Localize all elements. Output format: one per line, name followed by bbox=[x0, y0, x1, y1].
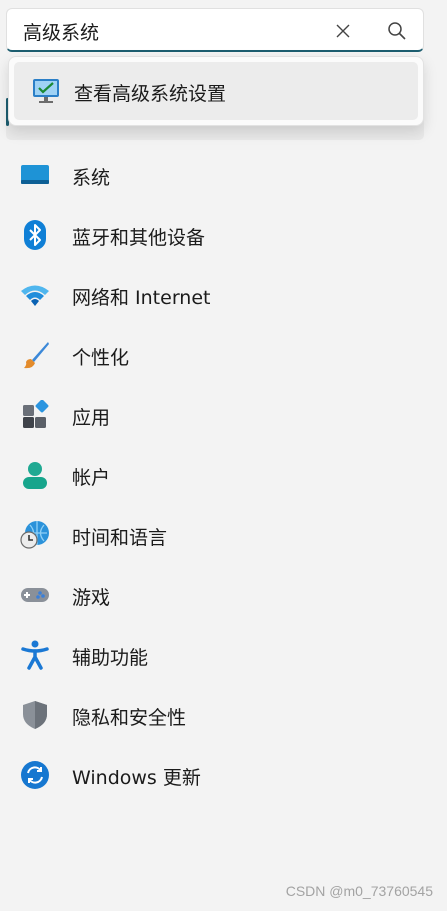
nav-label: 辅助功能 bbox=[72, 647, 149, 669]
person-icon bbox=[20, 460, 50, 490]
nav-item-apps[interactable]: 应用 bbox=[0, 385, 447, 445]
wifi-icon bbox=[20, 280, 50, 310]
nav-item-accessibility[interactable]: 辅助功能 bbox=[0, 625, 447, 685]
nav-item-accounts[interactable]: 帐户 bbox=[0, 445, 447, 505]
nav-item-time-language[interactable]: 时间和语言 bbox=[0, 505, 447, 565]
update-icon bbox=[20, 760, 50, 790]
nav-label: 蓝牙和其他设备 bbox=[72, 227, 206, 249]
nav-label: 游戏 bbox=[72, 587, 111, 609]
nav-label: 网络和 Internet bbox=[72, 287, 211, 309]
suggestion-advanced-system-settings[interactable]: 查看高级系统设置 bbox=[14, 62, 418, 120]
globe-clock-icon bbox=[20, 520, 50, 550]
nav-label: Windows 更新 bbox=[72, 767, 201, 789]
search-input[interactable] bbox=[23, 19, 323, 43]
nav-label: 个性化 bbox=[72, 347, 130, 369]
search-icon[interactable] bbox=[387, 21, 407, 41]
nav-label: 隐私和安全性 bbox=[72, 707, 187, 729]
apps-icon bbox=[20, 399, 50, 430]
close-icon[interactable] bbox=[333, 21, 353, 41]
nav-label: 时间和语言 bbox=[72, 527, 168, 549]
search-box[interactable] bbox=[6, 8, 424, 52]
nav-item-windows-update[interactable]: Windows 更新 bbox=[0, 745, 447, 805]
search-suggestions-dropdown: 查看高级系统设置 bbox=[8, 56, 424, 126]
nav-item-gaming[interactable]: 游戏 bbox=[0, 565, 447, 625]
system-properties-icon bbox=[32, 78, 60, 104]
nav-item-privacy-security[interactable]: 隐私和安全性 bbox=[0, 685, 447, 745]
nav-item-personalization[interactable]: 个性化 bbox=[0, 325, 447, 385]
paintbrush-icon bbox=[20, 340, 50, 370]
nav-item-network[interactable]: 网络和 Internet bbox=[0, 265, 447, 325]
shield-icon bbox=[20, 700, 50, 730]
bluetooth-icon bbox=[20, 220, 50, 250]
nav-label: 应用 bbox=[72, 407, 111, 429]
display-icon bbox=[20, 160, 50, 190]
settings-navigation: 系统 蓝牙和其他设备 网络和 Internet 个性化 应用 帐户 时间和语言 … bbox=[0, 145, 447, 805]
watermark: CSDN @m0_73760545 bbox=[285, 883, 433, 899]
suggestion-label: 查看高级系统设置 bbox=[74, 83, 227, 105]
nav-item-system[interactable]: 系统 bbox=[0, 145, 447, 205]
nav-label: 帐户 bbox=[72, 467, 111, 489]
nav-label: 系统 bbox=[72, 167, 111, 189]
gamepad-icon bbox=[20, 580, 50, 610]
accessibility-icon bbox=[20, 640, 50, 670]
nav-item-bluetooth[interactable]: 蓝牙和其他设备 bbox=[0, 205, 447, 265]
